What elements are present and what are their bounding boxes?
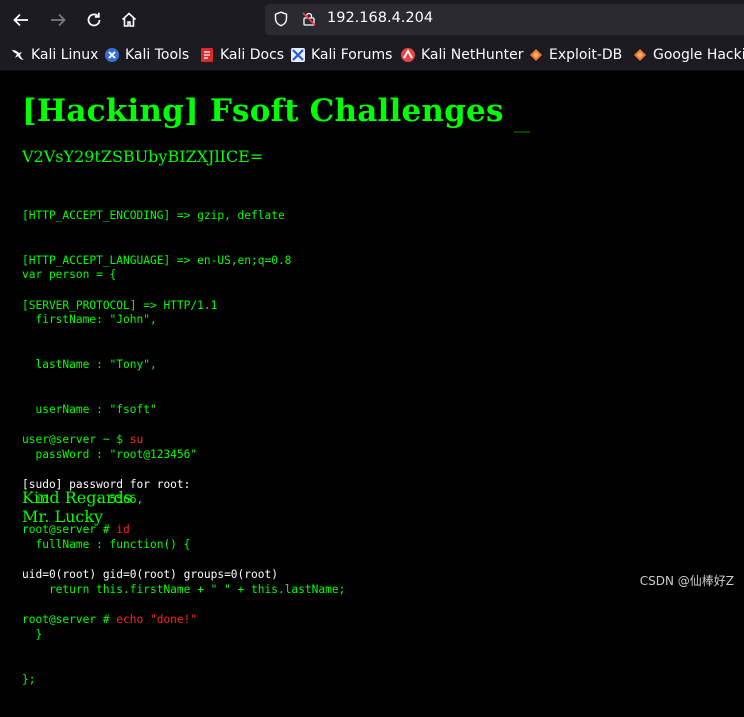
command-su: su	[129, 433, 144, 446]
shield-icon[interactable]	[273, 11, 289, 27]
kali-docs-icon	[201, 48, 213, 62]
page-title: [Hacking] Fsoft Challenges	[22, 93, 504, 129]
kali-nethunter-icon	[401, 48, 415, 62]
bookmark-label: Kali Forums	[311, 47, 393, 63]
encoded-string: V2VsY29tZSBUbyBIZXJlICE=	[22, 147, 264, 166]
home-button[interactable]	[115, 6, 143, 34]
bookmark-exploit-db[interactable]: Exploit-DB	[528, 45, 622, 65]
forward-button[interactable]	[44, 6, 72, 34]
exploit-db-icon	[530, 49, 542, 61]
header-line: [HTTP_ACCEPT_ENCODING] => gzip, deflate	[22, 209, 285, 222]
title-cursor	[514, 131, 530, 133]
reload-button[interactable]	[80, 6, 108, 34]
code-line: };	[22, 673, 36, 686]
root-prompt: root@server #	[22, 613, 117, 626]
bookmark-kali-forums[interactable]: Kali Forums	[290, 45, 392, 65]
user-prompt: user@server ~ $	[22, 433, 130, 446]
google-hacking-icon	[634, 49, 646, 61]
url-text[interactable]: 192.168.4.204	[327, 10, 433, 26]
regards-text: Kind Regards	[22, 488, 133, 507]
bookmark-label: Kali Linux	[31, 47, 99, 63]
bookmark-kali-nethunter[interactable]: Kali NetHunter	[400, 45, 523, 65]
bookmark-label: Kali Tools	[125, 47, 190, 63]
code-line: lastName : "Tony",	[22, 358, 157, 371]
bookmark-google-hacking[interactable]: Google Hacking	[632, 45, 744, 65]
terminal-block: user@server ~ $ su [sudo] password for r…	[22, 402, 278, 657]
terminal-line-echo: root@server # echo "done!"	[22, 612, 278, 627]
insecure-lock-icon[interactable]	[301, 11, 317, 27]
bookmark-label: Kali Docs	[220, 47, 285, 63]
bookmark-kali-docs[interactable]: Kali Docs	[199, 45, 284, 65]
bookmark-kali-tools[interactable]: Kali Tools	[104, 45, 189, 65]
bookmarks-bar: Kali Linux Kali Tools Kali Docs Kali For…	[0, 40, 744, 71]
address-bar[interactable]: 192.168.4.204	[265, 4, 744, 35]
code-line: firstName: "John",	[22, 313, 157, 326]
command-echo: echo "done!"	[116, 613, 198, 626]
home-icon	[121, 12, 137, 27]
kali-dragon-icon	[12, 50, 24, 60]
bookmark-kali-linux[interactable]: Kali Linux	[10, 45, 98, 65]
browser-toolbar: 192.168.4.204	[0, 0, 744, 40]
signature-text: Mr. Lucky	[22, 507, 104, 526]
bookmark-label: Google Hacking	[653, 47, 744, 63]
bookmark-label: Kali NetHunter	[421, 47, 524, 63]
back-button[interactable]	[7, 6, 35, 34]
arrow-left-icon	[13, 13, 28, 27]
id-output: uid=0(root) gid=0(root) groups=0(root)	[22, 568, 278, 581]
bookmark-label: Exploit-DB	[549, 47, 623, 63]
arrow-right-icon	[51, 13, 66, 27]
terminal-line-su: user@server ~ $ su	[22, 432, 278, 447]
kali-tools-icon	[105, 48, 119, 62]
reload-icon	[87, 12, 101, 27]
closing-block: Kind Regards Mr. Lucky	[22, 488, 132, 526]
csdn-watermark: CSDN @仙棒好Z	[639, 574, 734, 588]
kali-forums-icon	[291, 48, 305, 62]
page-content: [Hacking] Fsoft Challenges V2VsY29tZSBUb…	[0, 71, 744, 686]
code-line: var person = {	[22, 268, 117, 281]
